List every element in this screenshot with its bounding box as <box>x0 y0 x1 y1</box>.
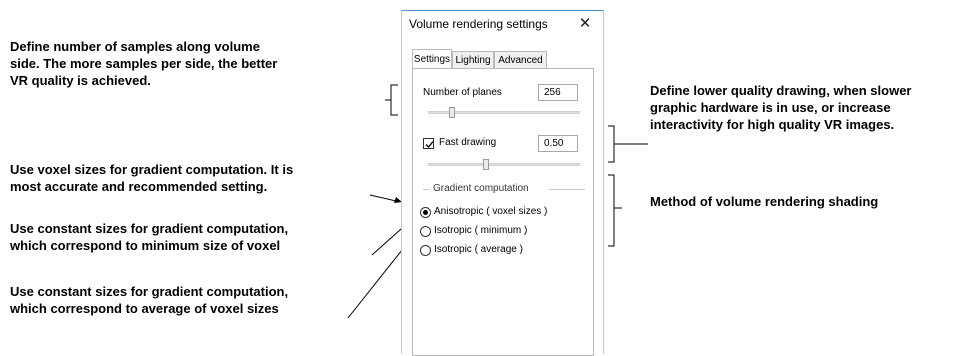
volume-rendering-settings-dialog: Volume rendering settings ✕ Settings Lig… <box>401 10 604 356</box>
annotation-samples: Define number of samples along volume si… <box>10 38 385 89</box>
bracket-lower-quality <box>608 125 615 163</box>
radio-isotropic-minimum-label: Isotropic ( minimum ) <box>434 225 528 236</box>
bracket-samples <box>390 84 398 116</box>
close-icon[interactable]: ✕ <box>572 13 598 35</box>
group-divider-left <box>423 189 429 190</box>
fast-drawing-checkbox[interactable] <box>423 138 434 149</box>
fast-drawing-input[interactable]: 0.50 <box>538 135 578 152</box>
tab-lighting[interactable]: Lighting <box>452 51 494 68</box>
dialog-title: Volume rendering settings <box>409 17 548 31</box>
annotation-voxel-sizes: Use voxel sizes for gradient computation… <box>10 161 370 195</box>
bracket-shading <box>608 174 615 247</box>
annotation-voxel-line2: most accurate and recommended setting. <box>10 179 268 194</box>
annotation-samples-line3: VR quality is achieved. <box>10 73 151 88</box>
radio-anisotropic[interactable] <box>420 207 431 218</box>
annotation-constant-minimum: Use constant sizes for gradient computat… <box>10 220 372 254</box>
fast-drawing-label: Fast drawing <box>439 137 497 148</box>
connector-constant-avg <box>347 244 407 319</box>
settings-panel: Number of planes 256 Fast drawing 0.50 G… <box>412 68 594 356</box>
group-divider-right <box>549 189 585 190</box>
tab-settings[interactable]: Settings <box>412 49 452 68</box>
radio-isotropic-average[interactable] <box>420 245 431 256</box>
tab-advanced[interactable]: Advanced <box>494 51 547 68</box>
annotation-constant-min-line2: which correspond to minimum size of voxe… <box>10 238 281 253</box>
annotation-constant-min-line1: Use constant sizes for gradient computat… <box>10 221 289 236</box>
annotation-constant-avg-line1: Use constant sizes for gradient computat… <box>10 284 289 299</box>
annotation-shading: Method of volume rendering shading <box>650 193 926 210</box>
radio-isotropic-minimum[interactable] <box>420 226 431 237</box>
annotation-lower-quality-line2: graphic hardware is in use, or increase <box>650 100 891 115</box>
annotation-lower-quality-line1: Define lower quality drawing, when slowe… <box>650 83 912 98</box>
number-of-planes-input[interactable]: 256 <box>538 84 578 101</box>
annotation-lower-quality-line3: interactivity for high quality VR images… <box>650 117 895 132</box>
annotation-voxel-line1: Use voxel sizes for gradient computation… <box>10 162 294 177</box>
annotation-constant-average: Use constant sizes for gradient computat… <box>10 283 348 317</box>
radio-anisotropic-label: Anisotropic ( voxel sizes ) <box>434 206 548 217</box>
fast-drawing-slider-thumb[interactable] <box>483 159 489 170</box>
annotation-shading-line1: Method of volume rendering shading <box>650 194 879 209</box>
number-of-planes-label: Number of planes <box>423 87 502 98</box>
gradient-group-label: Gradient computation <box>433 183 529 194</box>
checkmark-icon <box>425 141 434 148</box>
number-of-planes-slider-thumb[interactable] <box>449 107 455 118</box>
fast-drawing-slider-track[interactable] <box>428 163 580 166</box>
radio-isotropic-average-label: Isotropic ( average ) <box>434 244 523 255</box>
title-bar: Volume rendering settings ✕ <box>402 11 603 39</box>
annotation-lower-quality: Define lower quality drawing, when slowe… <box>650 82 912 133</box>
annotation-samples-line1: Define number of samples along volume <box>10 39 260 54</box>
annotation-samples-line2: side. The more samples per side, the bet… <box>10 56 278 71</box>
annotation-constant-avg-line2: which correspond to average of voxel siz… <box>10 301 279 316</box>
connector-voxel <box>369 194 397 202</box>
